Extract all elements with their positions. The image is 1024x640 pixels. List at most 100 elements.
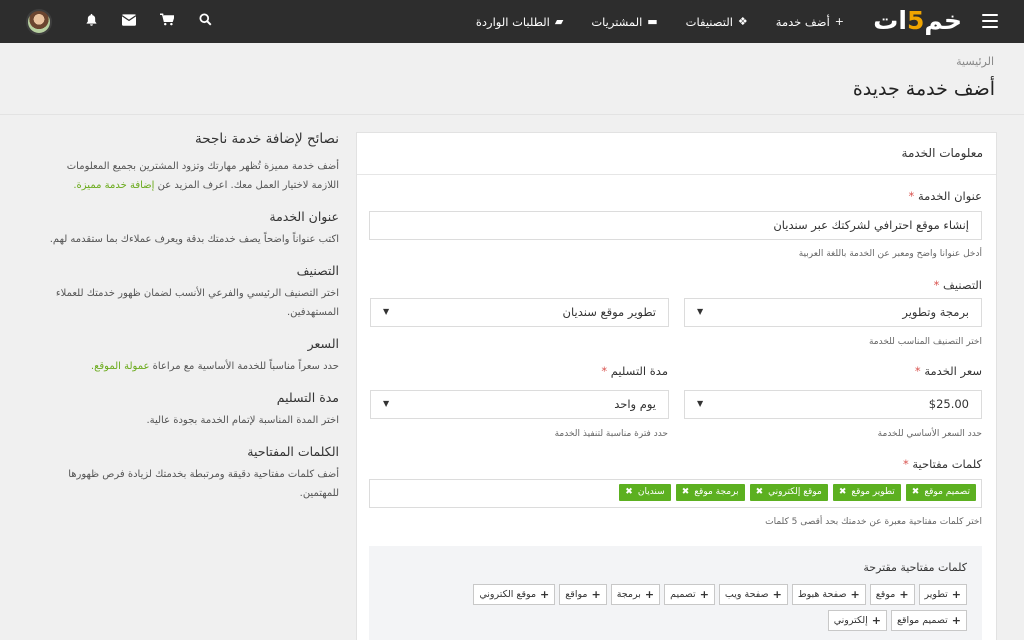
delivery-label: مدة التسليم * <box>601 364 668 378</box>
suggestion-text: إلكتروني <box>833 615 868 626</box>
sub-category-value: تطوير موقع سنديان <box>562 305 656 319</box>
category-hint: اختر التصنيف المناسب للخدمة <box>868 337 982 347</box>
tips-intro-link[interactable]: إضافة خدمة مميزة. <box>73 180 154 191</box>
tip-text: اختر التصنيف الرئيسي والفرعي الأنسب لضما… <box>55 288 339 318</box>
remove-tag-icon[interactable]: ✖ <box>756 484 764 501</box>
remove-tag-icon[interactable]: ✖ <box>625 484 633 501</box>
commission-link[interactable]: عمولة الموقع. <box>91 361 150 372</box>
suggestion-chip[interactable]: + تصميم مواقع <box>890 610 967 631</box>
keyword-text: برمجة موقع <box>694 487 739 497</box>
price-hint: حدد السعر الأساسي للخدمة <box>877 429 982 439</box>
main-category-select[interactable]: برمجة وتطوير ▼ <box>684 298 982 327</box>
suggestion-list: + تطوير + موقع + صفحة هبوط + صفحة ويب + تصميم… <box>427 584 967 631</box>
suggestion-text: موقع <box>875 589 896 600</box>
delivery-value: يوم واحد <box>614 397 656 411</box>
suggestion-chip[interactable]: + مواقع <box>559 584 607 605</box>
tip-price: السعر حدد سعراً مناسباً للخدمة الأساسية … <box>37 336 339 376</box>
tip-heading: الكلمات المفتاحية <box>247 444 339 459</box>
keyword-tag: موقع إلكتروني ✖ <box>749 484 828 501</box>
bell-icon[interactable] <box>83 13 99 30</box>
required-mark: * <box>908 189 915 203</box>
service-title-input[interactable]: إنشاء موقع احترافي لشركتك عبر سنديان <box>369 211 982 240</box>
suggestion-text: تصميم مواقع <box>896 615 948 626</box>
nav-label: أضف خدمة <box>775 14 830 29</box>
keyword-text: تطوير موقع <box>851 487 895 497</box>
logo-word-end: ات <box>873 6 907 35</box>
price-label: سعر الخدمة * <box>915 364 982 378</box>
remove-tag-icon[interactable]: ✖ <box>912 484 920 501</box>
delivery-select[interactable]: يوم واحد ▼ <box>370 390 669 419</box>
keyword-tag: سنديان ✖ <box>619 484 671 501</box>
remove-tag-icon[interactable]: ✖ <box>839 484 847 501</box>
suggestion-chip[interactable]: + موقع <box>869 584 915 605</box>
logo-word-start: خم <box>924 6 962 35</box>
plus-icon: + <box>591 588 601 601</box>
menu-icon[interactable] <box>982 14 998 28</box>
page-title: أضف خدمة جديدة <box>852 78 995 100</box>
category-label: التصنيف * <box>934 278 982 292</box>
breadcrumb[interactable]: الرئيسية <box>956 55 994 68</box>
price-label-text: سعر الخدمة <box>924 364 982 378</box>
plus-icon: + <box>871 614 881 627</box>
tip-heading: عنوان الخدمة <box>269 209 339 224</box>
keywords-label: كلمات مفتاحية * <box>903 457 982 471</box>
keyword-tag: تصميم موقع ✖ <box>905 484 976 501</box>
keywords-hint: اختر كلمات مفتاحية معبرة عن خدمتك بحد أق… <box>765 517 982 527</box>
suggestion-chip[interactable]: + إلكتروني <box>827 610 887 631</box>
logo-text: خم5ات <box>873 6 962 35</box>
tip-heading: السعر <box>307 336 339 351</box>
plus-icon: + <box>644 588 655 601</box>
suggestion-chip[interactable]: + برمجة <box>610 584 661 605</box>
cubes-icon: ❖ <box>737 15 748 28</box>
caret-down-icon: ▼ <box>383 307 390 316</box>
keyword-text: تصميم موقع <box>924 487 970 497</box>
suggestion-text: مواقع <box>565 589 588 600</box>
nav-label: الطلبات الواردة <box>475 14 550 29</box>
logo-digit: 5 <box>906 6 925 35</box>
suggestion-chip[interactable]: + تصميم <box>664 584 715 605</box>
keywords-input[interactable]: تصميم موقع ✖ تطوير موقع ✖ موقع إلكتروني ✖ ب… <box>369 479 982 508</box>
plus-icon: + <box>540 588 550 601</box>
delivery-hint: حدد فترة مناسبة لتنفيذ الخدمة <box>554 429 668 439</box>
tip-category: التصنيف اختر التصنيف الرئيسي والفرعي الأ… <box>37 263 339 322</box>
tips-title: نصائح لإضافة خدمة ناجحة <box>195 131 339 147</box>
plus-icon: + <box>772 588 782 601</box>
site-logo[interactable]: خم5ات <box>873 6 962 36</box>
keyword-text: سنديان <box>637 487 665 497</box>
nav-incoming-orders[interactable]: ▰ الطلبات الواردة <box>476 15 563 29</box>
suggestion-text: برمجة <box>616 589 641 600</box>
suggestion-chip[interactable]: + موقع الكتروني <box>473 584 556 605</box>
header-divider <box>0 114 1024 115</box>
nav-purchases[interactable]: ▬ المشتريات <box>591 15 657 29</box>
avatar[interactable] <box>26 8 52 35</box>
suggested-keywords: كلمات مفتاحية مقترحة + تطوير + موقع + صفحة … <box>369 546 982 640</box>
tip-heading: مدة التسليم <box>276 390 339 405</box>
title-label: عنوان الخدمة * <box>909 189 982 203</box>
required-mark: * <box>914 364 921 378</box>
remove-tag-icon[interactable]: ✖ <box>682 484 690 501</box>
suggestion-chip[interactable]: + صفحة هبوط <box>791 584 866 605</box>
panel-title: معلومات الخدمة <box>357 133 996 175</box>
title-hint: أدخل عنوانا واضح ومعبر عن الخدمة باللغة … <box>798 249 982 259</box>
service-info-panel: معلومات الخدمة عنوان الخدمة * إنشاء موقع… <box>356 132 997 640</box>
nav-label: التصنيفات <box>685 14 733 29</box>
mail-icon[interactable] <box>121 13 137 30</box>
cart-icon[interactable] <box>159 13 175 30</box>
top-navbar: خم5ات + أضف خدمة ❖ التصنيفات ▬ المشتريات… <box>0 0 1024 43</box>
search-icon[interactable] <box>197 13 213 30</box>
suggestion-chip[interactable]: + صفحة ويب <box>718 584 788 605</box>
plus-icon: + <box>951 614 961 627</box>
tip-text: اكتب عنواناً واضحاً يصف خدمتك بدقة ويعرف… <box>49 234 339 245</box>
tips-intro: أضف خدمة مميزة تُظهر مهارتك وتزود المشتر… <box>37 157 339 195</box>
keyword-tag: برمجة موقع ✖ <box>675 484 745 501</box>
main-category-value: برمجة وتطوير <box>902 305 969 319</box>
nav-add-service[interactable]: + أضف خدمة <box>776 15 844 29</box>
suggestion-chip[interactable]: + تطوير <box>918 584 967 605</box>
price-select[interactable]: $25.00 ▼ <box>684 390 982 419</box>
tip-heading: التصنيف <box>296 263 339 278</box>
nav-categories[interactable]: ❖ التصنيفات <box>686 15 748 29</box>
main-nav: + أضف خدمة ❖ التصنيفات ▬ المشتريات ▰ الط… <box>476 0 844 43</box>
plus-icon: + <box>699 588 709 601</box>
sub-category-select[interactable]: تطوير موقع سنديان ▼ <box>370 298 669 327</box>
title-label-text: عنوان الخدمة <box>917 189 982 203</box>
